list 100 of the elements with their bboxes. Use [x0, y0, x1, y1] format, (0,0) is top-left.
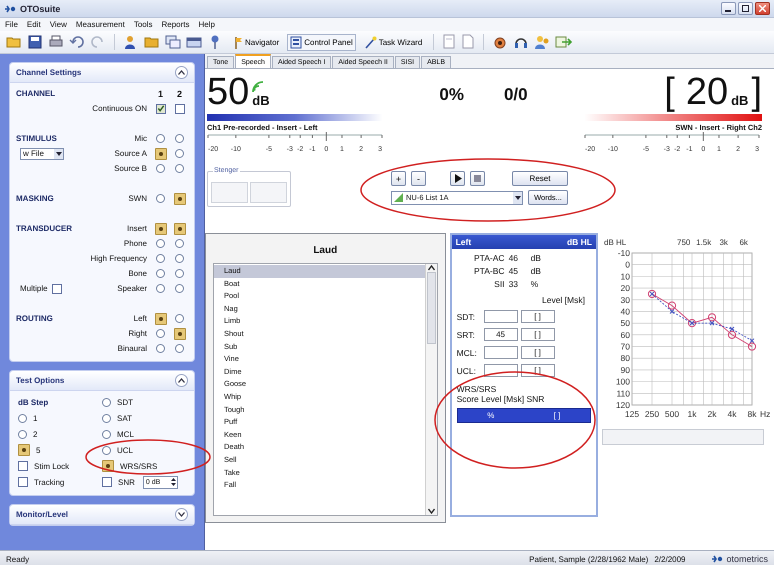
stimulus-dropdown[interactable]: w File	[20, 148, 64, 160]
radio-button[interactable]	[175, 269, 184, 278]
menu-item[interactable]: Tools	[134, 20, 152, 29]
cross-marker	[670, 308, 674, 314]
option-label: Speaker	[116, 284, 148, 293]
radio-button[interactable]	[102, 414, 111, 422]
radio-button[interactable]	[174, 192, 186, 204]
checkbox[interactable]	[102, 477, 112, 487]
window-icon[interactable]	[165, 34, 181, 50]
radio-button[interactable]	[156, 329, 165, 338]
radio-button[interactable]	[156, 344, 165, 353]
radio-button[interactable]	[18, 444, 30, 456]
app-icon	[4, 4, 16, 14]
checkbox[interactable]	[18, 477, 28, 487]
radio-button[interactable]	[18, 414, 27, 422]
level-field[interactable]: 45	[484, 328, 518, 341]
toolbar-button[interactable]: Navigator	[228, 34, 282, 50]
close-button[interactable]	[755, 2, 770, 15]
circle-marker	[648, 290, 656, 298]
radio-button[interactable]	[156, 194, 165, 203]
level-field[interactable]	[484, 364, 518, 377]
minimize-button[interactable]	[721, 2, 736, 15]
radio-button[interactable]	[156, 134, 165, 143]
radio-button[interactable]	[175, 164, 184, 173]
menu-item[interactable]: Reports	[162, 20, 190, 29]
tick-label: -10	[618, 248, 630, 258]
note-field[interactable]	[602, 429, 764, 445]
spinner-icon	[170, 478, 176, 486]
document-icon[interactable]	[461, 34, 476, 50]
unit-label: dB HL	[566, 237, 592, 247]
people-icon[interactable]	[534, 34, 550, 50]
maximize-button[interactable]	[738, 2, 753, 15]
list-icon	[394, 193, 403, 202]
option-label: 2	[33, 430, 38, 438]
radio-button[interactable]	[156, 254, 165, 263]
radio-button[interactable]	[102, 398, 111, 406]
checkbox[interactable]	[52, 284, 62, 294]
reset-button[interactable]: Reset	[512, 171, 568, 186]
option-label: SDT	[117, 398, 133, 406]
menu-item[interactable]: Measurement	[76, 20, 125, 29]
stop-button[interactable]	[470, 171, 485, 186]
play-icon	[454, 174, 462, 183]
radio-button[interactable]	[154, 148, 166, 160]
score-button[interactable]: -	[411, 171, 426, 186]
radio-button[interactable]	[156, 284, 165, 293]
level-field[interactable]	[484, 346, 518, 359]
mask-field[interactable]: [ ]	[520, 346, 555, 359]
option-label: Phone	[122, 239, 148, 248]
option-label: MCL	[117, 430, 134, 438]
level-field[interactable]	[484, 310, 518, 323]
radio-button[interactable]	[175, 284, 184, 293]
menu-item[interactable]: View	[50, 20, 67, 29]
radio-button[interactable]	[156, 269, 165, 278]
radio-button[interactable]	[102, 430, 111, 438]
tick-label: 40	[620, 306, 630, 316]
radio-button[interactable]	[175, 239, 184, 248]
checkbox[interactable]	[18, 461, 28, 471]
radio-button[interactable]	[154, 312, 166, 324]
radio-button[interactable]	[154, 222, 166, 234]
document-icon[interactable]	[442, 34, 456, 50]
radio-button[interactable]	[175, 134, 184, 143]
scroll-down-icon	[428, 507, 435, 515]
scrollbar[interactable]	[424, 264, 437, 515]
score-percent: 0%	[439, 85, 464, 106]
mask-field[interactable]: [ ]	[520, 310, 555, 323]
arrow-icon[interactable]	[555, 34, 574, 50]
radio-button[interactable]	[156, 164, 165, 173]
radio-button[interactable]	[174, 328, 186, 340]
option-label: Bone	[127, 269, 148, 278]
radio-button[interactable]	[18, 430, 27, 438]
option-label: Continuous ON	[91, 104, 148, 113]
collapse-button[interactable]	[175, 66, 188, 79]
save-icon[interactable]	[27, 34, 43, 50]
radio-button[interactable]	[175, 344, 184, 353]
play-button[interactable]	[450, 171, 465, 186]
radio-button[interactable]	[174, 222, 186, 234]
menu-item[interactable]: Edit	[26, 20, 41, 29]
undo-icon[interactable]	[69, 34, 85, 50]
radio-button[interactable]	[175, 149, 184, 158]
menu-item[interactable]: File	[5, 20, 18, 29]
scroll-thumb[interactable]	[426, 272, 436, 344]
checkbox[interactable]	[156, 104, 166, 114]
radio-button[interactable]	[175, 254, 184, 263]
mask-field[interactable]: [ ]	[520, 328, 555, 341]
toolbar-button[interactable]: Control Panel	[287, 34, 356, 50]
checkbox[interactable]	[174, 104, 184, 114]
radio-button[interactable]	[156, 239, 165, 248]
collapse-button[interactable]	[175, 508, 188, 521]
radio-button[interactable]	[175, 314, 184, 323]
section-heading: STIMULUS	[16, 134, 58, 143]
chevron-icon	[178, 512, 185, 517]
tick-label: 70	[620, 342, 630, 352]
collapse-button[interactable]	[175, 374, 188, 387]
menu-item[interactable]: Help	[198, 20, 215, 29]
score-button[interactable]: +	[391, 171, 406, 186]
radio-button[interactable]	[102, 446, 111, 454]
circle-marker	[668, 302, 676, 310]
toolbar-button[interactable]: Task Wizard	[360, 34, 426, 50]
threshold-label: MCL:	[456, 348, 478, 358]
wrs-score-bar[interactable]: % [ ]	[456, 408, 591, 423]
